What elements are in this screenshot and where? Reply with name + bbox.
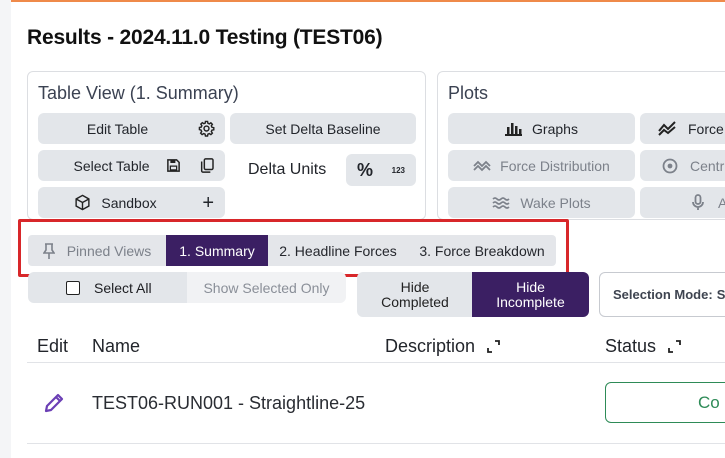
- gear-icon: [198, 120, 215, 137]
- graphs-label: Graphs: [532, 120, 578, 137]
- description-header-label: Description: [385, 336, 476, 356]
- centre-label: Centr: [690, 157, 725, 174]
- set-delta-baseline-button[interactable]: Set Delta Baseline: [230, 113, 416, 144]
- sandbox-button[interactable]: Sandbox +: [38, 187, 225, 218]
- edit-header-label: Edit: [37, 336, 69, 356]
- wake-plots-button[interactable]: Wake Plots: [448, 187, 635, 218]
- save-icon[interactable]: [166, 158, 181, 173]
- column-header-name: Name: [92, 336, 140, 357]
- status-badge[interactable]: Co: [605, 382, 725, 423]
- select-all-label: Select All: [94, 279, 152, 296]
- column-header-description[interactable]: Description: [385, 336, 500, 357]
- plots-title: Plots: [448, 83, 489, 103]
- selection-mode-label: Selection Mode:: [613, 287, 713, 302]
- name-header-label: Name: [92, 336, 141, 356]
- target-icon: [662, 158, 678, 174]
- number-option[interactable]: 123: [392, 166, 405, 175]
- expand-icon[interactable]: [668, 340, 681, 353]
- centre-button[interactable]: Centr: [640, 150, 725, 181]
- selection-mode-value: S: [716, 287, 725, 302]
- waves-icon: [492, 196, 510, 210]
- delta-units-toggle[interactable]: % 123: [346, 154, 416, 186]
- status-label: Co: [698, 392, 720, 412]
- hide-completed-button[interactable]: Hide Completed: [357, 272, 473, 317]
- force-distribution-icon: [473, 160, 491, 172]
- select-all-toggle[interactable]: Select All: [28, 272, 187, 303]
- column-header-edit: Edit: [37, 336, 68, 357]
- page-title: Results - 2024.11.0 Testing (TEST06): [27, 26, 383, 49]
- expand-icon[interactable]: [487, 340, 500, 353]
- force-button[interactable]: Force: [640, 113, 725, 144]
- wake-plots-label: Wake Plots: [520, 194, 591, 211]
- audio-label: A: [718, 194, 725, 211]
- force-distribution-button[interactable]: Force Distribution: [448, 150, 635, 181]
- cube-icon: [74, 194, 91, 211]
- hide-completed-label: Hide Completed: [381, 278, 449, 310]
- graphs-button[interactable]: Graphs: [448, 113, 635, 144]
- set-delta-baseline-label: Set Delta Baseline: [265, 120, 381, 137]
- highlight-box: [18, 219, 569, 277]
- hide-incomplete-button[interactable]: Hide Incomplete: [472, 272, 589, 317]
- row-divider: [27, 443, 725, 444]
- checkbox-icon[interactable]: [66, 280, 80, 295]
- hide-incomplete-label: Hide Incomplete: [496, 278, 565, 310]
- force-distribution-label: Force Distribution: [500, 157, 610, 174]
- audio-button[interactable]: A: [640, 187, 725, 218]
- show-selected-only-label: Show Selected Only: [203, 279, 330, 296]
- table-view-title: Table View (1. Summary): [38, 83, 239, 103]
- status-header-label: Status: [605, 336, 657, 356]
- microphone-icon: [692, 194, 704, 211]
- sandbox-label: Sandbox: [101, 194, 157, 211]
- bar-chart-icon: [505, 122, 523, 136]
- delta-units-label: Delta Units: [248, 161, 327, 178]
- edit-table-label: Edit Table: [86, 120, 149, 137]
- add-icon: +: [202, 191, 214, 214]
- pencil-icon[interactable]: [43, 392, 65, 414]
- percent-option[interactable]: %: [357, 160, 373, 181]
- column-header-status[interactable]: Status: [605, 336, 681, 357]
- show-selected-only-toggle[interactable]: Show Selected Only: [187, 272, 346, 303]
- select-table-button[interactable]: Select Table: [38, 150, 225, 181]
- selection-mode-select[interactable]: Selection Mode: S: [599, 272, 725, 317]
- copy-icon[interactable]: [199, 157, 215, 174]
- select-table-label: Select Table: [73, 157, 150, 174]
- edit-table-button[interactable]: Edit Table: [38, 113, 225, 144]
- row-name: TEST06-RUN001 - Straightline-25: [92, 393, 366, 413]
- force-label: Force: [688, 120, 724, 137]
- line-chart-icon: [658, 121, 677, 136]
